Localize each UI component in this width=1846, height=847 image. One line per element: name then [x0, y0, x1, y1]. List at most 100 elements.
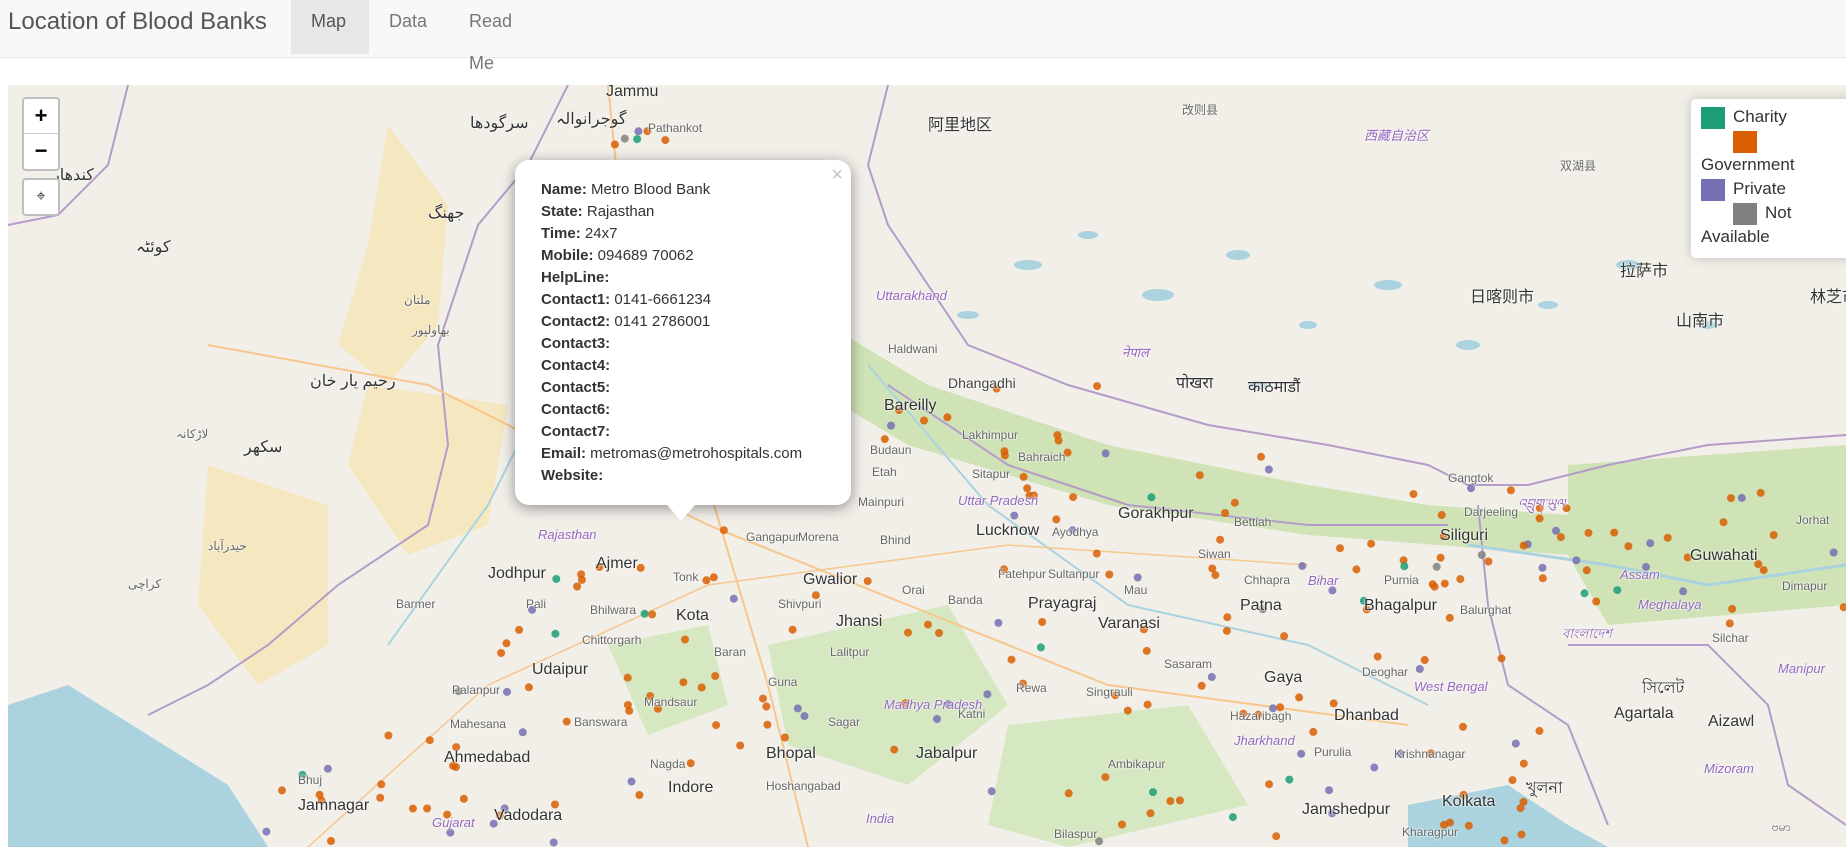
blood-bank-marker[interactable]	[1679, 587, 1688, 596]
blood-bank-marker[interactable]	[702, 576, 711, 585]
blood-bank-marker[interactable]	[423, 804, 432, 813]
blood-bank-marker[interactable]	[1101, 449, 1110, 458]
blood-bank-marker[interactable]	[627, 777, 636, 786]
blood-bank-marker[interactable]	[1336, 544, 1344, 553]
blood-bank-marker[interactable]	[1010, 511, 1019, 520]
blood-bank-marker[interactable]	[633, 135, 642, 144]
blood-bank-marker[interactable]	[1053, 431, 1062, 440]
blood-bank-marker[interactable]	[515, 625, 524, 634]
blood-bank-marker[interactable]	[562, 717, 571, 726]
blood-bank-marker[interactable]	[1280, 632, 1289, 641]
blood-bank-marker[interactable]	[1297, 749, 1306, 758]
blood-bank-marker[interactable]	[933, 715, 941, 723]
blood-bank-marker[interactable]	[577, 570, 586, 579]
blood-bank-marker[interactable]	[1552, 526, 1560, 535]
blood-bank-marker[interactable]	[1464, 821, 1473, 830]
blood-bank-marker[interactable]	[1367, 539, 1376, 548]
blood-bank-marker[interactable]	[1511, 739, 1520, 748]
blood-bank-marker[interactable]	[1592, 597, 1601, 606]
blood-bank-marker[interactable]	[880, 435, 889, 444]
blood-bank-marker[interactable]	[1175, 796, 1184, 805]
blood-bank-marker[interactable]	[763, 720, 772, 729]
blood-bank-marker[interactable]	[1036, 643, 1045, 652]
blood-bank-marker[interactable]	[1207, 673, 1216, 681]
blood-bank-marker[interactable]	[1516, 804, 1525, 813]
blood-bank-marker[interactable]	[1052, 515, 1061, 524]
blood-bank-marker[interactable]	[1118, 820, 1126, 829]
blood-bank-marker[interactable]	[1506, 486, 1515, 495]
blood-bank-marker[interactable]	[1456, 575, 1465, 584]
blood-bank-marker[interactable]	[552, 575, 561, 583]
blood-bank-marker[interactable]	[1228, 813, 1237, 822]
blood-bank-marker[interactable]	[503, 687, 511, 696]
blood-bank-marker[interactable]	[1737, 493, 1746, 502]
blood-bank-marker[interactable]	[1264, 465, 1273, 474]
blood-bank-marker[interactable]	[1147, 493, 1156, 502]
blood-bank-marker[interactable]	[1230, 498, 1239, 507]
blood-bank-marker[interactable]	[1265, 780, 1274, 789]
blood-bank-marker[interactable]	[1272, 832, 1281, 841]
blood-bank-marker[interactable]	[983, 690, 992, 699]
blood-bank-marker[interactable]	[1759, 566, 1768, 575]
blood-bank-marker[interactable]	[1142, 646, 1151, 655]
blood-bank-marker[interactable]	[1646, 539, 1655, 548]
blood-bank-marker[interactable]	[262, 827, 271, 836]
blood-bank-marker[interactable]	[610, 140, 619, 149]
blood-bank-marker[interactable]	[1133, 573, 1142, 582]
blood-bank-marker[interactable]	[1624, 542, 1633, 551]
blood-bank-marker[interactable]	[648, 610, 657, 619]
blood-bank-marker[interactable]	[1613, 586, 1622, 595]
blood-bank-marker[interactable]	[377, 780, 386, 789]
blood-bank-marker[interactable]	[1508, 776, 1517, 785]
blood-bank-marker[interactable]	[920, 416, 928, 425]
blood-bank-marker[interactable]	[1325, 786, 1334, 795]
tab-map[interactable]: Map	[291, 0, 369, 54]
blood-bank-marker[interactable]	[623, 673, 632, 682]
blood-bank-marker[interactable]	[661, 136, 670, 145]
blood-bank-marker[interactable]	[1197, 681, 1206, 690]
blood-bank-marker[interactable]	[679, 678, 688, 687]
blood-bank-marker[interactable]	[1420, 656, 1429, 664]
blood-bank-marker[interactable]	[1105, 570, 1114, 579]
blood-bank-marker[interactable]	[1295, 693, 1304, 702]
blood-bank-marker[interactable]	[736, 741, 745, 750]
blood-bank-marker[interactable]	[1445, 613, 1454, 622]
blood-bank-marker[interactable]	[408, 804, 417, 813]
blood-bank-marker[interactable]	[719, 526, 728, 535]
blood-bank-marker[interactable]	[1222, 626, 1231, 635]
blood-bank-marker[interactable]	[1430, 582, 1439, 591]
blood-bank-marker[interactable]	[1580, 589, 1589, 598]
blood-bank-marker[interactable]	[1123, 706, 1132, 715]
blood-bank-marker[interactable]	[1538, 574, 1547, 583]
blood-bank-marker[interactable]	[1436, 553, 1445, 562]
blood-bank-marker[interactable]	[1285, 775, 1294, 784]
blood-bank-marker[interactable]	[1373, 652, 1382, 661]
blood-bank-marker[interactable]	[635, 791, 644, 799]
blood-bank-marker[interactable]	[1582, 566, 1591, 575]
blood-bank-marker[interactable]	[1610, 528, 1619, 537]
blood-bank-marker[interactable]	[549, 838, 558, 847]
blood-bank-marker[interactable]	[1538, 563, 1547, 572]
blood-bank-marker[interactable]	[1484, 557, 1493, 566]
blood-bank-marker[interactable]	[1663, 533, 1672, 542]
blood-bank-marker[interactable]	[551, 629, 560, 638]
blood-bank-marker[interactable]	[1216, 535, 1225, 544]
blood-bank-marker[interactable]	[890, 745, 899, 754]
blood-bank-marker[interactable]	[987, 787, 996, 796]
blood-bank-marker[interactable]	[1023, 484, 1032, 493]
blood-bank-marker[interactable]	[327, 837, 335, 845]
blood-bank-marker[interactable]	[278, 786, 286, 795]
blood-bank-marker[interactable]	[1093, 382, 1102, 391]
blood-bank-marker[interactable]	[697, 683, 706, 692]
blood-bank-marker[interactable]	[425, 736, 434, 745]
blood-bank-marker[interactable]	[1725, 619, 1734, 628]
blood-bank-marker[interactable]	[762, 702, 771, 711]
blood-bank-marker[interactable]	[1769, 531, 1778, 539]
blood-bank-marker[interactable]	[1519, 541, 1528, 550]
blood-bank-marker[interactable]	[1143, 700, 1152, 709]
blood-bank-marker[interactable]	[1257, 452, 1265, 461]
blood-bank-marker[interactable]	[1440, 579, 1449, 588]
blood-bank-marker[interactable]	[1298, 562, 1307, 570]
blood-bank-marker[interactable]	[640, 609, 649, 618]
blood-bank-marker[interactable]	[863, 577, 872, 586]
